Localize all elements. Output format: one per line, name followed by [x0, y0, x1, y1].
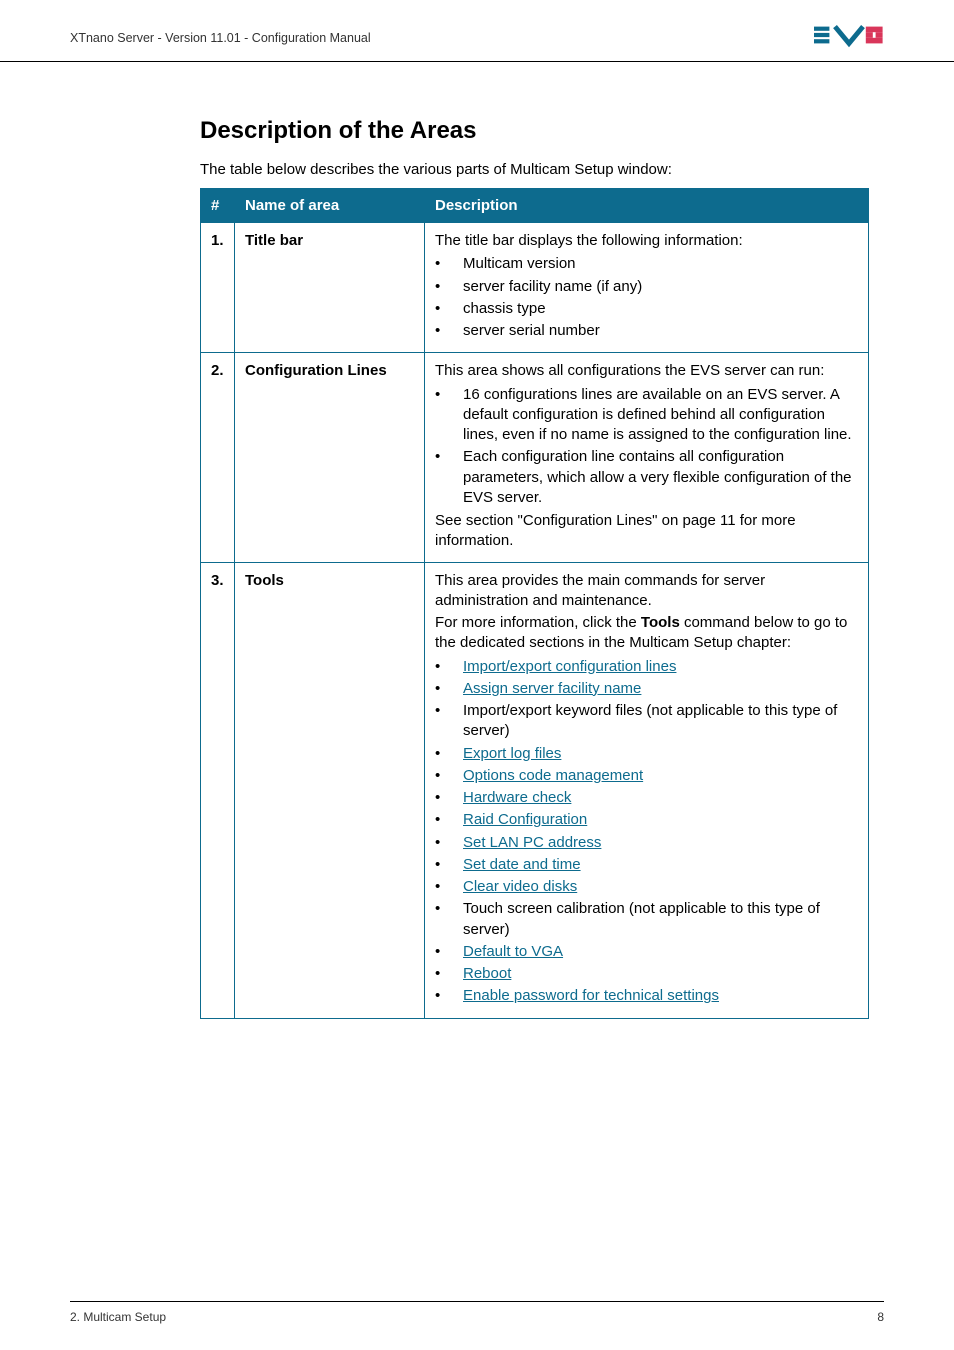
table-row: 3. Tools This area provides the main com…: [201, 562, 869, 1018]
link-set-date-time[interactable]: Set date and time: [463, 856, 581, 873]
bullet-list: •16 configurations lines are available o…: [435, 384, 858, 510]
list-item: •Each configuration line contains all co…: [435, 446, 858, 509]
bullet-list: •Import/export configuration lines •Assi…: [435, 656, 858, 1008]
list-item: •Import/export configuration lines: [435, 656, 858, 678]
list-item: •Set LAN PC address: [435, 832, 858, 854]
link-export-log-files[interactable]: Export log files: [463, 745, 561, 762]
list-item: •Set date and time: [435, 854, 858, 876]
page-footer: 2. Multicam Setup 8: [70, 1301, 884, 1324]
link-hardware-check[interactable]: Hardware check: [463, 789, 571, 806]
col-header-num: #: [201, 189, 235, 223]
desc-lead: The title bar displays the following inf…: [435, 231, 858, 251]
link-clear-video-disks[interactable]: Clear video disks: [463, 878, 577, 895]
bullet-list: •Multicam version •server facility name …: [435, 253, 858, 342]
list-item: •chassis type: [435, 298, 858, 320]
row-name: Title bar: [235, 223, 425, 353]
link-set-lan-pc-address[interactable]: Set LAN PC address: [463, 834, 601, 851]
desc-p1: This area provides the main commands for…: [435, 571, 858, 612]
link-default-to-vga[interactable]: Default to VGA: [463, 943, 563, 960]
list-item: •Options code management: [435, 765, 858, 787]
row-desc: The title bar displays the following inf…: [425, 223, 869, 353]
footer-page-number: 8: [877, 1310, 884, 1324]
section-title: Description of the Areas: [200, 117, 869, 145]
desc-p2: For more information, click the Tools co…: [435, 613, 858, 654]
desc-tail: See section "Configuration Lines" on pag…: [435, 511, 858, 552]
row-num: 3.: [201, 562, 235, 1018]
page-header: XTnano Server - Version 11.01 - Configur…: [0, 0, 954, 62]
list-item: •Multicam version: [435, 253, 858, 275]
list-item: •Assign server facility name: [435, 678, 858, 700]
list-item: •Clear video disks: [435, 876, 858, 898]
row-name: Tools: [235, 562, 425, 1018]
table-row: 2. Configuration Lines This area shows a…: [201, 353, 869, 562]
list-item: •Touch screen calibration (not applicabl…: [435, 898, 858, 941]
footer-left: 2. Multicam Setup: [70, 1310, 166, 1324]
list-item: •16 configurations lines are available o…: [435, 384, 858, 447]
row-num: 2.: [201, 353, 235, 562]
link-assign-server-facility[interactable]: Assign server facility name: [463, 680, 641, 697]
list-item: •Raid Configuration: [435, 809, 858, 831]
list-item: •Export log files: [435, 743, 858, 765]
row-name: Configuration Lines: [235, 353, 425, 562]
link-import-export-config[interactable]: Import/export configuration lines: [463, 658, 676, 675]
table-row: 1. Title bar The title bar displays the …: [201, 223, 869, 353]
link-enable-password[interactable]: Enable password for technical settings: [463, 987, 719, 1004]
list-item: •Enable password for technical settings: [435, 985, 858, 1007]
link-options-code-mgmt[interactable]: Options code management: [463, 767, 643, 784]
row-desc: This area shows all configurations the E…: [425, 353, 869, 562]
list-item: •Import/export keyword files (not applic…: [435, 700, 858, 743]
link-raid-configuration[interactable]: Raid Configuration: [463, 811, 587, 828]
col-header-desc: Description: [425, 189, 869, 223]
areas-table: # Name of area Description 1. Title bar …: [200, 188, 869, 1019]
list-item: •server facility name (if any): [435, 276, 858, 298]
desc-lead: This area shows all configurations the E…: [435, 361, 858, 381]
link-reboot[interactable]: Reboot: [463, 965, 511, 982]
list-item: •Reboot: [435, 963, 858, 985]
section-intro: The table below describes the various pa…: [200, 161, 869, 178]
col-header-name: Name of area: [235, 189, 425, 223]
list-item: •Hardware check: [435, 787, 858, 809]
list-item: •server serial number: [435, 320, 858, 342]
doc-title: XTnano Server - Version 11.01 - Configur…: [70, 31, 371, 45]
evs-logo-icon: [814, 22, 884, 53]
content-area: Description of the Areas The table below…: [0, 62, 954, 1019]
row-desc: This area provides the main commands for…: [425, 562, 869, 1018]
row-num: 1.: [201, 223, 235, 353]
list-item: •Default to VGA: [435, 941, 858, 963]
